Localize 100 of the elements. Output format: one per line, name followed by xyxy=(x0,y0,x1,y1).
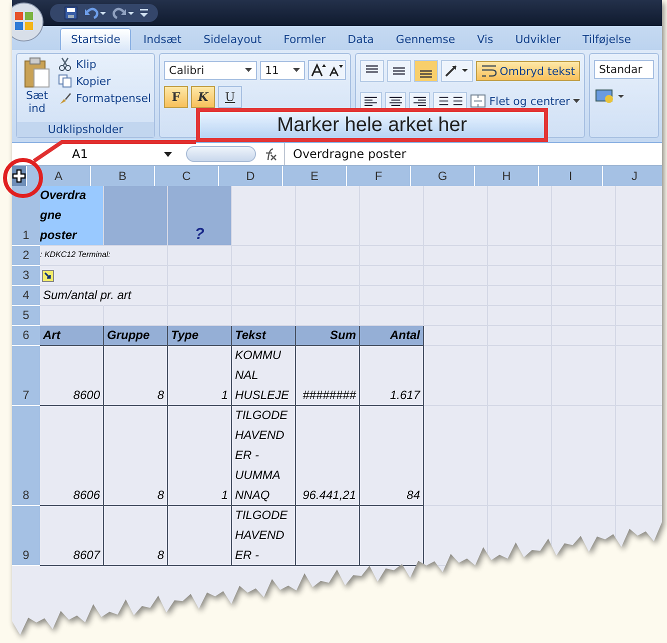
merge-cells-icon xyxy=(470,94,486,108)
underline-button[interactable]: U xyxy=(218,86,242,108)
cell-text: Antal xyxy=(390,327,420,344)
cell-text: 8606 xyxy=(73,487,100,504)
smart-tag-icon[interactable] xyxy=(42,270,54,282)
row-header[interactable]: 5 xyxy=(12,306,40,326)
caret-icon xyxy=(573,99,580,103)
cell-text: 1 xyxy=(221,387,228,404)
ribbon-tab[interactable]: Tilføjelse xyxy=(572,29,642,50)
cell-text: 1.617 xyxy=(390,387,420,404)
font-size-dropdown[interactable]: 11 xyxy=(260,60,306,80)
callout-box: Marker hele arket her xyxy=(196,108,548,142)
grow-font-icon xyxy=(311,63,328,77)
name-box[interactable]: A1 xyxy=(12,147,178,161)
font-name-dropdown[interactable]: Calibri xyxy=(164,60,257,80)
undo-icon[interactable] xyxy=(84,6,106,20)
formula-input[interactable]: Overdragne poster xyxy=(284,143,662,165)
cell-text: NNAQ xyxy=(235,487,270,504)
row-header[interactable]: 4 xyxy=(12,286,40,306)
column-header[interactable]: J xyxy=(603,166,662,186)
wrap-text-icon xyxy=(480,64,497,78)
cell-text: TILGODE xyxy=(235,507,288,524)
align-lines-icon[interactable] xyxy=(386,60,411,82)
bold-button[interactable]: F xyxy=(164,86,188,108)
cell-text: 96.441,21 xyxy=(302,487,356,504)
row-header[interactable]: 9 xyxy=(12,506,40,566)
column-header[interactable]: I xyxy=(539,166,603,186)
table-cell xyxy=(552,186,616,246)
merge-center-button[interactable]: Flet og centrer xyxy=(470,94,580,108)
save-icon[interactable] xyxy=(64,6,78,20)
cell-text: 84 xyxy=(406,487,420,504)
format-painter-button[interactable]: Formatpensel xyxy=(58,91,152,105)
column-header[interactable]: A xyxy=(27,166,91,186)
copy-icon xyxy=(58,74,72,88)
cell-text: KOMMU xyxy=(235,347,281,364)
cell-text: poster xyxy=(40,227,77,244)
cell-text: Overdra xyxy=(40,187,86,204)
row-header[interactable]: 1 xyxy=(12,186,40,246)
ribbon-tab[interactable]: Gennemse xyxy=(386,29,466,50)
italic-button[interactable]: K xyxy=(191,86,216,108)
align-lines-icon[interactable] xyxy=(414,60,438,82)
copy-button[interactable]: Kopier xyxy=(58,74,152,88)
shrink-font-icon xyxy=(329,63,344,77)
column-header[interactable]: B xyxy=(91,166,155,186)
row-header[interactable]: 6 xyxy=(12,326,40,346)
cell-text: Sum xyxy=(330,327,356,344)
cell-text: HAVEND xyxy=(235,427,284,444)
cell-text: 8607 xyxy=(73,547,100,564)
cut-button[interactable]: Klip xyxy=(58,57,152,71)
table-cell xyxy=(488,186,552,246)
clipboard-icon xyxy=(23,57,51,89)
paste-button[interactable]: Sæt ind xyxy=(20,57,54,119)
font-size-buttons[interactable] xyxy=(308,60,346,80)
cell-text: Sum/antal pr. art xyxy=(43,287,132,304)
table-cell xyxy=(360,186,424,246)
cell-text: ? xyxy=(194,225,204,245)
scissors-icon xyxy=(58,57,72,71)
formula-bar-handle[interactable] xyxy=(186,146,256,162)
ribbon-tab[interactable]: Vis xyxy=(467,29,504,50)
ribbon-tab[interactable]: Sidelayout xyxy=(193,29,272,50)
cell-text: HUSLEJE xyxy=(235,387,290,404)
wrap-text-button[interactable]: Ombryd tekst xyxy=(476,61,580,81)
group-label: Udklipsholder xyxy=(17,122,154,137)
column-header[interactable]: E xyxy=(283,166,347,186)
cell-text: TILGODE xyxy=(235,407,288,424)
ribbon-tab[interactable]: Startside xyxy=(60,28,132,50)
column-header[interactable]: C xyxy=(155,166,219,186)
cell-text: 8600 xyxy=(73,387,100,404)
number-format-dropdown[interactable]: Standar xyxy=(594,60,654,79)
column-header[interactable]: F xyxy=(347,166,411,186)
ribbon-tab[interactable]: Indsæt xyxy=(133,29,192,50)
cell-text: ER - xyxy=(235,447,259,464)
column-header[interactable]: D xyxy=(219,166,283,186)
cell-text: Gruppe xyxy=(107,327,150,344)
redo-icon[interactable] xyxy=(112,6,134,20)
ribbon-tab[interactable]: Formler xyxy=(274,29,336,50)
select-all-button[interactable] xyxy=(12,166,27,186)
ribbon-tab[interactable]: Udvikler xyxy=(505,29,571,50)
cell-text: ER - xyxy=(235,547,259,564)
column-header[interactable]: H xyxy=(475,166,539,186)
brush-icon xyxy=(58,91,72,105)
row-header[interactable]: 2 xyxy=(12,246,40,266)
table-cell xyxy=(424,326,488,346)
table-cell xyxy=(424,186,488,246)
row-header[interactable]: 3 xyxy=(12,266,40,286)
cell-text: 8 xyxy=(157,387,164,404)
text-orientation-icon[interactable] xyxy=(440,60,473,82)
cell-text: UUMMA xyxy=(235,467,280,484)
cell-text: Art xyxy=(43,327,60,344)
cell-text: Tekst xyxy=(235,327,266,344)
cell-text: 8 xyxy=(157,487,164,504)
row-header[interactable]: 8 xyxy=(12,406,40,506)
align-lines-icon[interactable] xyxy=(360,60,384,82)
customize-caret-icon[interactable] xyxy=(140,8,148,18)
table-cell xyxy=(424,306,488,326)
ribbon-tab[interactable]: Data xyxy=(338,29,384,50)
caret-icon xyxy=(164,152,172,156)
column-header[interactable]: G xyxy=(411,166,475,186)
cell-text: ######## xyxy=(302,387,356,404)
row-header[interactable]: 7 xyxy=(12,346,40,406)
